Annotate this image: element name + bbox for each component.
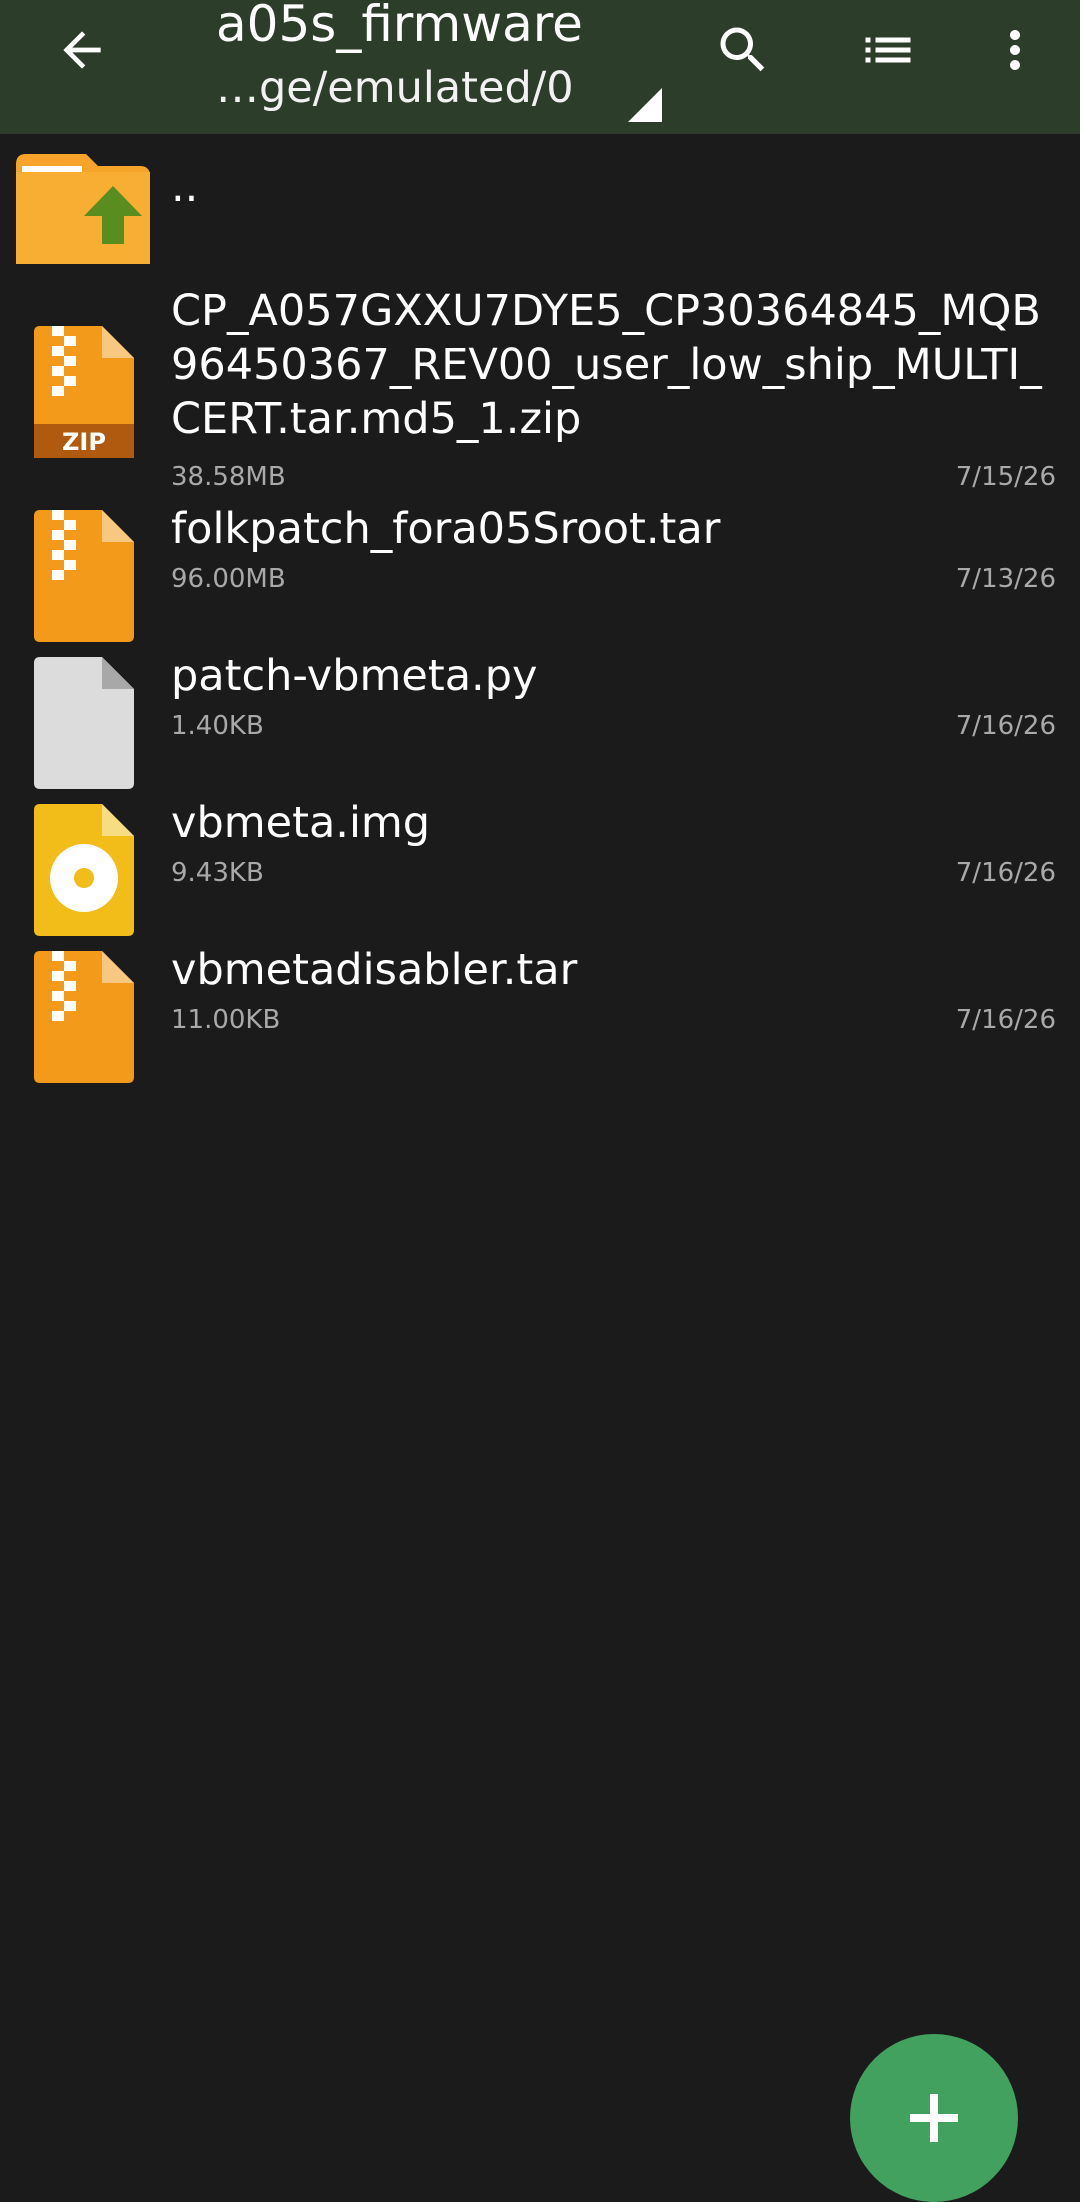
file-row[interactable]: ZIP CP_A057GXXU7DYE5_CP30364845_MQB96450…	[0, 284, 1080, 492]
search-icon	[720, 27, 765, 72]
page-title: a05s_firmware	[216, 0, 583, 53]
svg-text:ZIP: ZIP	[62, 428, 106, 456]
file-name: patch-vbmeta.py	[171, 651, 538, 701]
file-date: 7/13/26	[955, 564, 1056, 594]
file-row[interactable]: vbmetadisabler.tar 11.00KB 7/16/26	[0, 939, 1080, 1083]
archive-file-icon	[34, 510, 134, 642]
parent-folder-row[interactable]: ..	[0, 134, 1080, 274]
file-row[interactable]: vbmeta.img 9.43KB 7/16/26	[0, 792, 1080, 936]
file-list: .. ZIP CP_A057GXXU7DYE5_CP30364845_MQB96…	[0, 134, 1080, 1092]
folder-up-icon	[16, 154, 150, 264]
file-date: 7/16/26	[955, 1005, 1056, 1035]
parent-folder-label: ..	[171, 162, 199, 212]
file-date: 7/16/26	[955, 711, 1056, 741]
plus-icon	[910, 2094, 958, 2142]
path-breadcrumb[interactable]: …ge/emulated/0	[216, 62, 574, 114]
add-button[interactable]	[850, 2034, 1018, 2202]
arrow-left-icon	[63, 31, 101, 69]
file-size: 96.00MB	[171, 564, 286, 594]
file-name: folkpatch_fora05Sroot.tar	[171, 504, 721, 554]
more-vertical-icon	[1010, 30, 1020, 70]
disk-image-file-icon	[34, 804, 134, 936]
zip-file-icon: ZIP	[34, 326, 134, 458]
file-size: 1.40KB	[171, 711, 264, 741]
file-size: 9.43KB	[171, 858, 264, 888]
file-date: 7/15/26	[955, 462, 1056, 492]
more-options-button[interactable]	[965, 0, 1065, 100]
file-name: CP_A057GXXU7DYE5_CP30364845_MQB96450367_…	[171, 286, 1042, 444]
list-view-icon	[865, 37, 911, 63]
generic-file-icon	[34, 657, 134, 789]
back-button[interactable]	[32, 0, 132, 100]
file-row[interactable]: folkpatch_fora05Sroot.tar 96.00MB 7/13/2…	[0, 498, 1080, 642]
dropdown-triangle-icon[interactable]	[628, 88, 662, 122]
search-button[interactable]	[693, 0, 793, 100]
file-name: vbmetadisabler.tar	[171, 945, 578, 995]
file-name: vbmeta.img	[171, 798, 431, 848]
file-date: 7/16/26	[955, 858, 1056, 888]
app-bar: a05s_firmware …ge/emulated/0	[0, 0, 1080, 134]
archive-file-icon	[34, 951, 134, 1083]
file-size: 38.58MB	[171, 462, 286, 492]
file-row[interactable]: patch-vbmeta.py 1.40KB 7/16/26	[0, 645, 1080, 789]
view-mode-button[interactable]	[838, 0, 938, 100]
file-size: 11.00KB	[171, 1005, 281, 1035]
